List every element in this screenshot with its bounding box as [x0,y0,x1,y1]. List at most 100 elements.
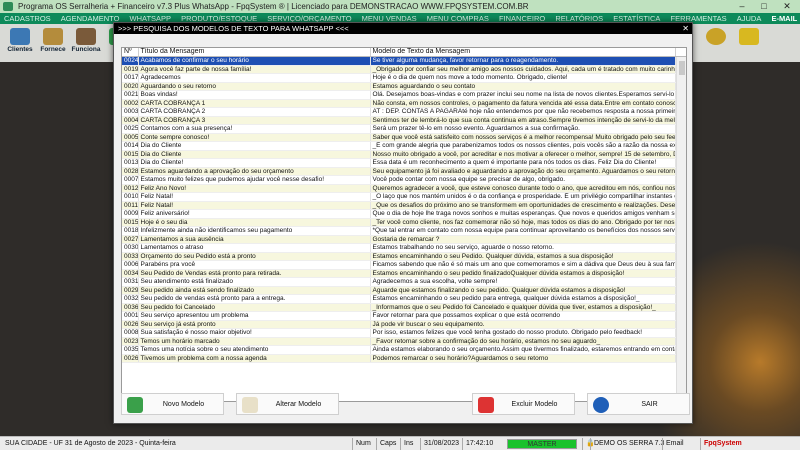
funciona-button[interactable]: Funciona [70,27,102,60]
table-row[interactable]: 0032 Seu pedido de vendas está pronto par… [122,294,686,304]
table-row[interactable]: 0034 Seu Pedido de Vendas está pronto par… [122,269,686,278]
templates-grid[interactable]: Nº Título da Mensagem Modelo de Texto da… [121,47,687,402]
row-number: 0004 [122,116,139,125]
table-row[interactable]: 0031 Seu atendimento está finalizado Agrad… [122,277,686,287]
table-row[interactable]: 0003 CARTA COBRANÇA 2 AT : DEP. CONTAS A P… [122,107,686,117]
maximize-button[interactable]: □ [752,0,776,13]
table-row[interactable]: 0015 Hoje é o seu dia _Ter você como clien… [122,218,686,227]
table-row[interactable]: 0005 Conte sempre conosco! Saber que você … [122,133,686,142]
table-row[interactable]: 0023 Temos um horário marcado _Favor retor… [122,337,686,346]
menu-cadastros[interactable]: CADASTROS [4,14,51,23]
edit-icon [242,397,258,413]
table-row[interactable]: 0008 Sua satisfação é nosso maior objetiv… [122,328,686,338]
fornece-button[interactable]: Fornece [37,27,69,60]
row-text: Favor retornar para que possamos explica… [370,311,676,321]
row-number: 0007 [122,175,139,185]
table-row[interactable]: 0006 Parabéns pra você Ficamos sabendo que… [122,260,686,270]
row-text: Será um prazer tê-lo em nosso evento. Ag… [370,124,676,134]
scroll-thumb[interactable] [679,61,685,75]
row-text: Saber que você está satisfeito com nosso… [370,133,676,142]
new-template-button[interactable]: Novo Modelo [121,393,224,415]
table-row[interactable]: 0001 Seu serviço apresentou um problema Fa… [122,311,686,321]
row-text: Estamos encaminhando o seu pedido para e… [370,294,676,304]
status-email[interactable]: Email [662,438,687,450]
row-number: 0018 [122,226,139,236]
funciona-label: Funciona [71,46,101,53]
exit-icon [593,397,609,413]
row-title: Temos um horário marcado [138,337,371,346]
row-text: Estamos encaminhando o seu pedido finali… [370,269,676,278]
table-row[interactable]: 0028 Estamos aguardando a aprovação do se… [122,167,686,176]
row-title: Orçamento do seu Pedido está a pronto [138,252,371,261]
menu-email[interactable]: E-MAIL [771,14,797,23]
row-text: Você pode contar com nossa equipe se pre… [370,175,676,185]
table-row[interactable]: 0026 Seu serviço já está pronto Já pode vi… [122,320,686,329]
row-number: 0005 [122,133,139,142]
row-title: Seu pedido foi Cancelado [138,303,371,312]
table-row[interactable]: 0029 Seu pedido ainda está sendo finaliza… [122,286,686,295]
row-text: _Que os desafios do próximo ano se trans… [370,201,676,210]
table-row[interactable]: 0019 Agora você faz parte de nossa famíli… [122,65,686,74]
table-row[interactable]: 0026 Tivemos um problema com a nossa agen… [122,354,686,363]
row-number: 0032 [122,294,139,304]
table-body: 0024 Acabamos de confirmar o seu horário S… [122,56,686,363]
table-row[interactable]: 0036 Seu pedido foi Cancelado _Informamos … [122,303,686,312]
row-title: Seu atendimento está finalizado [138,277,371,287]
exit-dialog-label: SAIR [641,401,658,408]
exit-app-button[interactable] [733,27,765,60]
row-number: 0006 [122,260,139,270]
table-row[interactable]: 0021 Boas vindas! Olá. Desejamos boas-vind… [122,90,686,100]
table-row[interactable]: 0024 Acabamos de confirmar o seu horário S… [122,56,686,66]
header-title[interactable]: Título da Mensagem [138,48,371,57]
row-text: Olá. Desejamos boas-vindas e com prazer … [370,90,676,100]
row-number: 0024 [122,56,139,66]
table-row[interactable]: 0025 Contamos com a sua presença! Será um … [122,124,686,134]
table-row[interactable]: 0030 Lamentamos o atraso Estamos trabalhan… [122,243,686,253]
table-row[interactable]: 0011 Feliz Natal! _Que os desafios do próx… [122,201,686,210]
table-row[interactable]: 0017 Agradecemos Hoje é o dia de quem nos … [122,73,686,83]
row-number: 0013 [122,158,139,168]
row-number: 0026 [122,320,139,329]
row-title: Aguardando o seu retorno [138,82,371,91]
menu-agendamento[interactable]: AGENDAMENTO [61,14,120,23]
header-scroll-corner [675,48,686,57]
row-title: Contamos com a sua presença! [138,124,371,134]
row-title: Conte sempre conosco! [138,133,371,142]
dialog-close-button[interactable]: ✕ [682,23,689,34]
table-row[interactable]: 0033 Orçamento do seu Pedido está a pront… [122,252,686,261]
clientes-button[interactable]: Clientes [4,27,36,60]
exit-dialog-button[interactable]: SAIR [587,393,690,415]
minimize-button[interactable]: – [730,0,754,13]
header-number[interactable]: Nº [122,48,139,57]
row-text: _Informamos que o seu Pedido foi Cancela… [370,303,676,312]
table-row[interactable]: 0009 Feliz aniversário! Que o dia de hoje … [122,209,686,219]
row-title: Lamentamos a sua ausência [138,235,371,244]
row-number: 0030 [122,243,139,253]
table-row[interactable]: 0020 Aguardando o seu retorno Estamos agua… [122,82,686,91]
table-row[interactable]: 0010 Feliz Natal! _O laço que nos mantém u… [122,192,686,202]
table-row[interactable]: 0027 Lamentamos a sua ausência Gostaria de… [122,235,686,244]
row-title: Lamentamos o atraso [138,243,371,253]
status-num: Num [352,438,374,450]
close-window-button[interactable]: ✕ [775,0,799,13]
vertical-scrollbar[interactable] [676,57,686,401]
table-row[interactable]: 0035 Temos uma notícia sobre o seu atendi… [122,345,686,355]
row-text: Estamos trabalhando no seu serviço, agua… [370,243,676,253]
table-row[interactable]: 0004 CARTA COBRANÇA 3 Sentimos ter de lemb… [122,116,686,125]
delete-template-button[interactable]: Excluir Modelo [472,393,575,415]
table-row[interactable]: 0018 Infelizmente ainda não identificamos… [122,226,686,236]
money-button[interactable] [700,27,732,60]
table-row[interactable]: 0007 Estamos muito felizes que pudemos aj… [122,175,686,185]
templates-dialog: >>> PESQUISA DOS MODELOS DE TEXTO PARA W… [113,22,693,424]
row-number: 0036 [122,303,139,312]
table-row[interactable]: 0013 Dia do Cliente! Essa data é um reconh… [122,158,686,168]
menu-ajuda[interactable]: AJUDA [737,14,762,23]
table-row[interactable]: 0002 CARTA COBRANÇA 1 Não consta, em nosso… [122,99,686,108]
table-row[interactable]: 0015 Dia do Cliente Nosso muito obrigado a… [122,150,686,159]
row-number: 0017 [122,73,139,83]
edit-template-button[interactable]: Alterar Modelo [236,393,339,415]
header-text[interactable]: Modelo de Texto da Mensagem [370,48,676,57]
table-row[interactable]: 0014 Dia do Cliente _É com grande alegria … [122,141,686,151]
table-row[interactable]: 0012 Feliz Ano Novo! Queremos agradecer a … [122,184,686,193]
row-text: _Ter você como cliente, nos faz comemora… [370,218,676,227]
